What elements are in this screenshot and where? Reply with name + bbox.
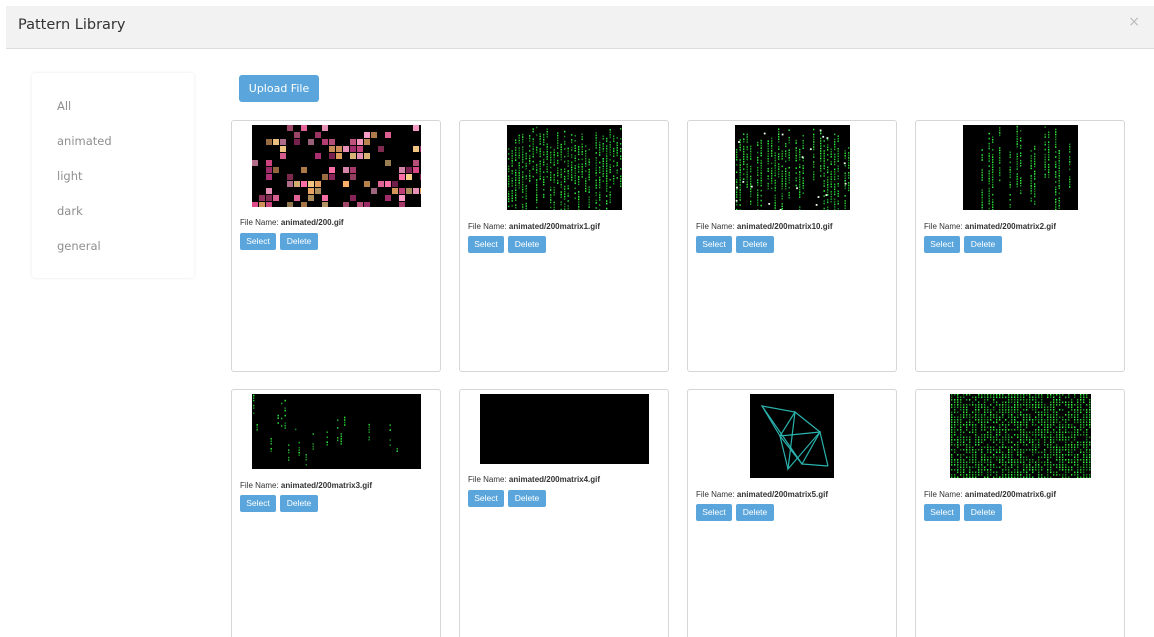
delete-button[interactable]: Delete xyxy=(964,504,1002,521)
pattern-card: File Name: animated/200matrix1.gif Selec… xyxy=(459,120,669,372)
sidebar-item-general[interactable]: general xyxy=(57,239,101,253)
delete-button[interactable]: Delete xyxy=(508,490,546,507)
sidebar-item-light[interactable]: light xyxy=(57,169,83,183)
pattern-thumbnail[interactable] xyxy=(480,394,649,464)
matrix-pattern-image xyxy=(508,126,622,210)
pattern-thumbnail[interactable] xyxy=(750,394,834,478)
pattern-card: File Name: animated/200matrix2.gif Selec… xyxy=(915,120,1125,372)
pattern-card: File Name: animated/200matrix4.gif Selec… xyxy=(459,389,669,637)
pattern-thumbnail[interactable] xyxy=(963,125,1078,210)
pattern-thumbnail[interactable] xyxy=(735,125,850,210)
matrix-pattern-image xyxy=(735,128,850,210)
select-button[interactable]: Select xyxy=(696,504,732,521)
pattern-thumbnail[interactable] xyxy=(950,394,1091,478)
select-button[interactable]: Select xyxy=(240,495,276,512)
pixel-pattern-image xyxy=(252,125,421,207)
delete-button[interactable]: Delete xyxy=(280,495,318,512)
pattern-card: File Name: animated/200matrix6.gif Selec… xyxy=(915,389,1125,637)
select-button[interactable]: Select xyxy=(924,236,960,253)
select-button[interactable]: Select xyxy=(696,236,732,253)
file-name-text: File Name: animated/200matrix10.gif xyxy=(696,222,833,231)
select-button[interactable]: Select xyxy=(924,504,960,521)
delete-button[interactable]: Delete xyxy=(280,233,318,250)
matrix-pattern-image xyxy=(981,125,1071,210)
file-name-text: File Name: animated/200matrix1.gif xyxy=(468,222,601,231)
wireframe-pattern-image xyxy=(760,405,829,471)
matrix-pattern-image xyxy=(253,394,398,466)
sidebar-item-all[interactable]: All xyxy=(57,99,71,113)
select-button[interactable]: Select xyxy=(468,236,504,253)
pattern-thumbnail[interactable] xyxy=(252,125,421,207)
modal-title: Pattern Library xyxy=(18,17,126,33)
file-name-text: File Name: animated/200matrix6.gif xyxy=(924,490,1057,499)
matrix-pattern-image xyxy=(951,394,1091,478)
pattern-card: File Name: animated/200matrix3.gif Selec… xyxy=(231,389,441,637)
close-icon[interactable]: × xyxy=(1128,14,1140,30)
upload-file-button[interactable]: Upload File xyxy=(239,75,319,102)
pattern-card: File Name: animated/200.gif Select Delet… xyxy=(231,120,441,372)
select-button[interactable]: Select xyxy=(240,233,276,250)
sidebar-item-animated[interactable]: animated xyxy=(57,134,112,148)
sidebar-item-dark[interactable]: dark xyxy=(57,204,83,218)
file-name-text: File Name: animated/200matrix5.gif xyxy=(696,490,829,499)
delete-button[interactable]: Delete xyxy=(508,236,546,253)
select-button[interactable]: Select xyxy=(468,490,504,507)
delete-button[interactable]: Delete xyxy=(736,236,774,253)
modal-header: Pattern Library × xyxy=(6,6,1154,49)
pattern-thumbnail[interactable] xyxy=(252,394,421,469)
delete-button[interactable]: Delete xyxy=(964,236,1002,253)
file-name-text: File Name: animated/200matrix3.gif xyxy=(240,481,373,490)
file-name-text: File Name: animated/200matrix2.gif xyxy=(924,222,1057,231)
pattern-card: File Name: animated/200matrix5.gif Selec… xyxy=(687,389,897,637)
category-sidebar: All animated light dark general xyxy=(32,73,194,278)
pattern-thumbnail[interactable] xyxy=(507,125,622,210)
file-name-text: File Name: animated/200.gif xyxy=(240,218,344,227)
pattern-card: File Name: animated/200matrix10.gif Sele… xyxy=(687,120,897,372)
file-name-text: File Name: animated/200matrix4.gif xyxy=(468,475,601,484)
delete-button[interactable]: Delete xyxy=(736,504,774,521)
